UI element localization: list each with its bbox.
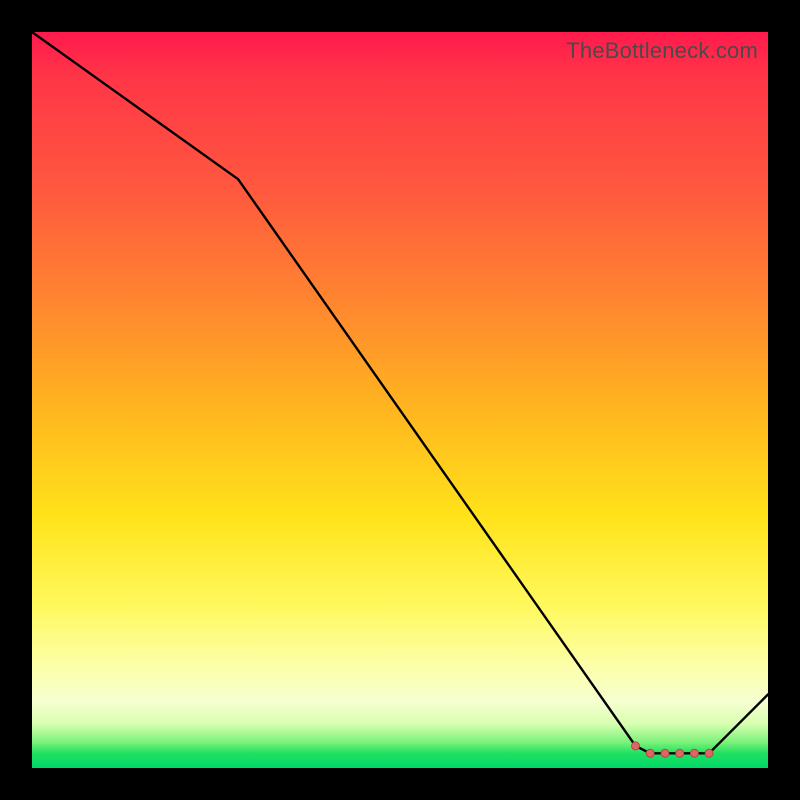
data-marker <box>705 749 713 757</box>
data-marker <box>646 749 654 757</box>
watermark-label: TheBottleneck.com <box>566 38 758 64</box>
chart-frame: TheBottleneck.com <box>0 0 800 800</box>
data-marker <box>676 749 684 757</box>
data-marker <box>661 749 669 757</box>
data-marker <box>632 742 640 750</box>
chart-svg <box>32 32 768 768</box>
marker-group <box>632 742 714 757</box>
bottleneck-curve-path <box>32 32 768 753</box>
plot-area: TheBottleneck.com <box>32 32 768 768</box>
data-marker <box>690 749 698 757</box>
